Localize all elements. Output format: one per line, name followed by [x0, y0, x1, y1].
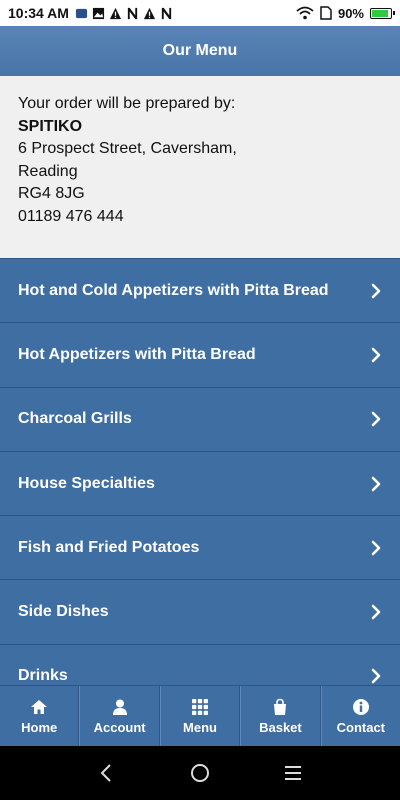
bottom-tab-bar: Home Account Menu Basket Contact [0, 685, 400, 746]
chevron-right-icon [371, 540, 381, 556]
warning-icon [109, 7, 122, 19]
chevron-right-icon [371, 411, 381, 427]
tab-account[interactable]: Account [79, 686, 160, 746]
battery-level [372, 9, 388, 17]
home-circle-icon[interactable] [189, 762, 211, 784]
home-icon [31, 699, 48, 714]
tab-label: Home [21, 719, 58, 735]
wifi-icon [296, 6, 314, 20]
address-line-2: Reading [18, 162, 78, 180]
menu-category-item[interactable]: Hot and Cold Appetizers with Pitta Bread [0, 258, 400, 323]
address-line-1: 6 Prospect Street, Caversham, [18, 140, 237, 157]
sim-icon [320, 6, 332, 20]
menu-category-label: House Specialties [18, 474, 155, 492]
image-icon [92, 7, 105, 19]
menu-category-item[interactable]: Side Dishes [0, 579, 400, 644]
postcode: RG4 8JG [18, 185, 85, 202]
info-intro: Your order will be prepared by: [18, 95, 236, 112]
tab-label: Contact [336, 719, 386, 735]
menu-category-label: Hot and Cold Appetizers with Pitta Bread [18, 281, 329, 299]
restaurant-info: Your order will be prepared by: SPITIKO … [0, 76, 400, 258]
battery-percent: 90% [337, 5, 364, 21]
warning-icon [143, 7, 156, 19]
chevron-right-icon [371, 669, 381, 684]
tab-home[interactable]: Home [0, 686, 80, 746]
restaurant-name: SPITIKO [18, 117, 83, 135]
basket-icon [274, 698, 287, 715]
menu-category-label: Fish and Fried Potatoes [18, 538, 200, 556]
grid-icon [192, 698, 209, 715]
chevron-right-icon [371, 476, 381, 491]
user-icon [112, 699, 127, 715]
menu-category-label: Side Dishes [18, 603, 109, 621]
back-icon[interactable] [96, 762, 118, 784]
menu-category-item[interactable]: House Specialties [0, 450, 400, 516]
menu-category-label: Drinks [18, 667, 68, 685]
tab-contact[interactable]: Contact [320, 686, 400, 746]
menu-category-item[interactable]: Hot Appetizers with Pitta Bread [0, 322, 400, 387]
status-time: 10:34 AM [8, 5, 69, 21]
page-header: Our Menu [0, 26, 400, 76]
tab-label: Menu [183, 719, 217, 735]
n-icon [127, 7, 138, 19]
chevron-right-icon [371, 604, 381, 620]
chevron-right-icon [371, 283, 381, 298]
menu-category-item[interactable]: Fish and Fried Potatoes [0, 515, 400, 580]
tab-label: Basket [259, 719, 302, 735]
status-bar: 10:34 AM 90% [0, 0, 400, 26]
phone-number: 01189 476 444 [18, 207, 124, 225]
page-title: Our Menu [162, 42, 238, 59]
n-icon [161, 7, 172, 19]
app-notification-icon [75, 8, 88, 18]
menu-category-item[interactable]: Drinks [0, 643, 400, 685]
tab-menu[interactable]: Menu [159, 686, 241, 746]
menu-category-label: Hot Appetizers with Pitta Bread [18, 345, 256, 363]
menu-category-label: Charcoal Grills [18, 410, 132, 428]
recents-menu-icon[interactable] [282, 762, 304, 784]
menu-category-item[interactable]: Charcoal Grills [0, 386, 400, 451]
system-nav-bar [0, 746, 400, 800]
notification-icons [75, 7, 173, 20]
tab-label: Account [93, 719, 146, 735]
chevron-right-icon [371, 347, 381, 363]
info-icon [352, 698, 369, 715]
battery-icon [370, 7, 395, 19]
tab-basket[interactable]: Basket [240, 686, 321, 746]
menu-list: Hot and Cold Appetizers with Pitta Bread… [0, 258, 400, 685]
